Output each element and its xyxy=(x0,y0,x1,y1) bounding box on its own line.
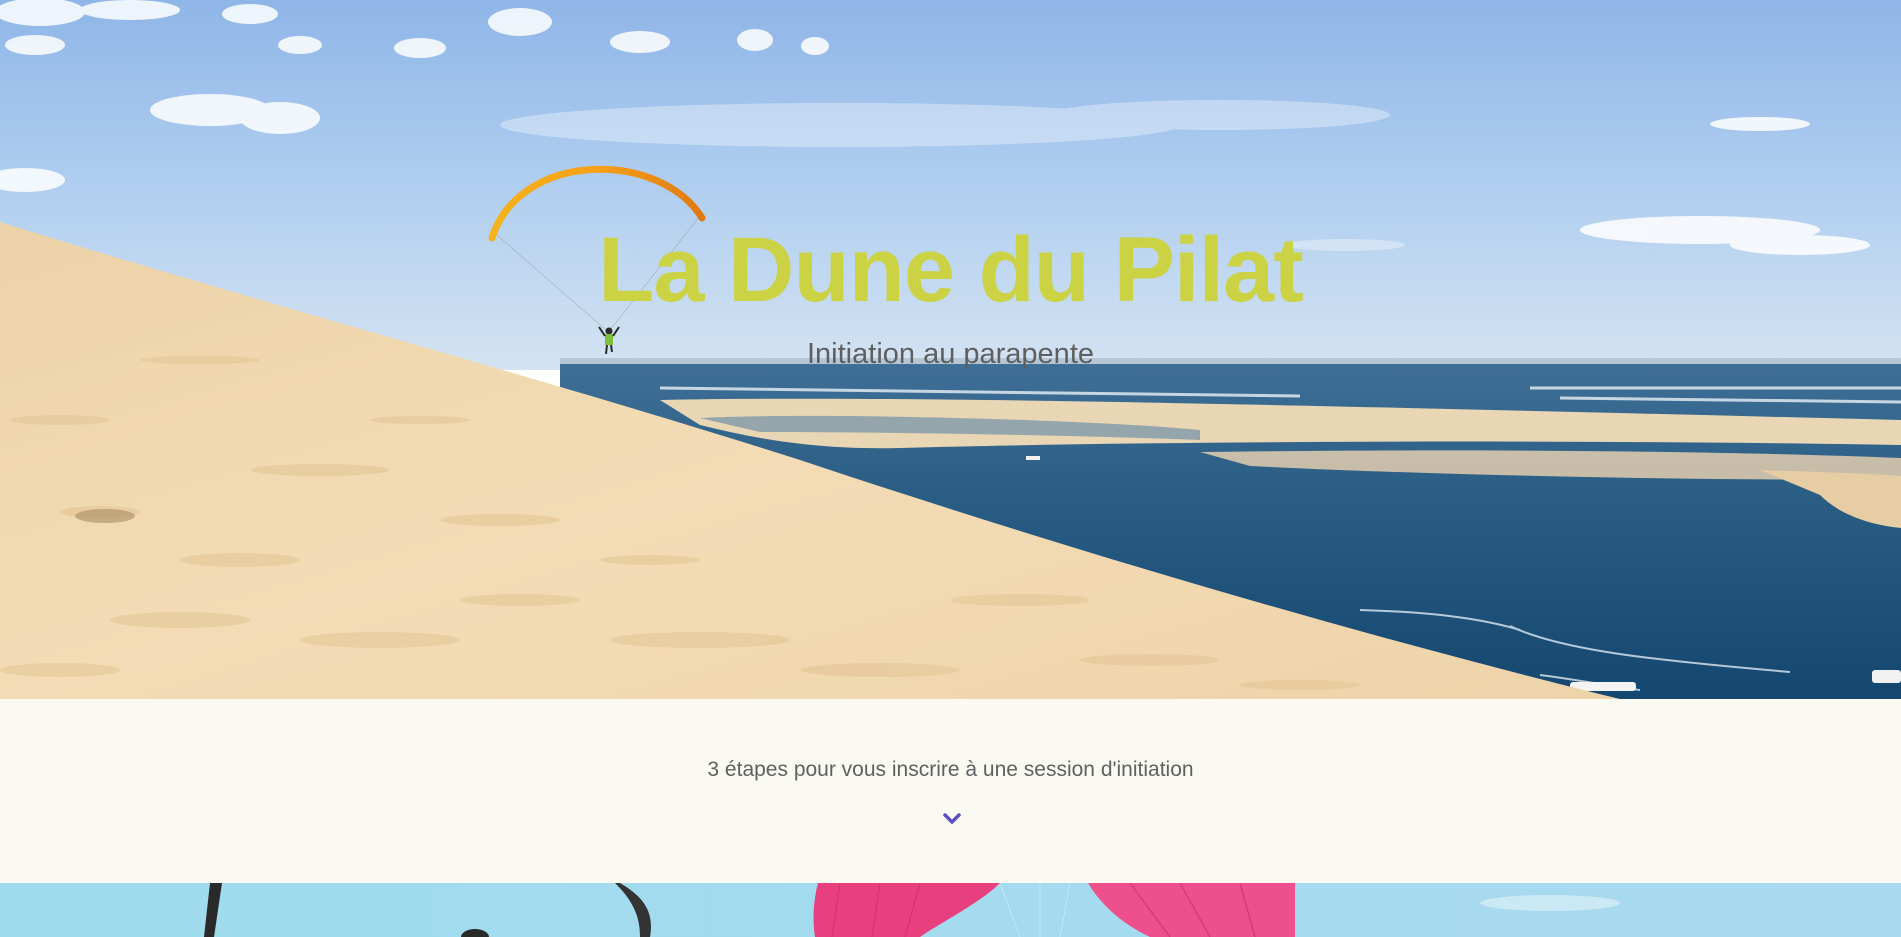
steps-intro-text: 3 étapes pour vous inscrire à une sessio… xyxy=(707,758,1194,781)
page-title: La Dune du Pilat xyxy=(598,219,1304,321)
steps-intro-section: 3 étapes pour vous inscrire à une sessio… xyxy=(0,699,1901,883)
chevron-down-icon[interactable] xyxy=(942,811,962,829)
next-section-image xyxy=(0,883,1901,937)
page-subtitle: Initiation au parapente xyxy=(807,338,1094,370)
hero-section: La Dune du Pilat Initiation au parapente xyxy=(0,0,1901,699)
